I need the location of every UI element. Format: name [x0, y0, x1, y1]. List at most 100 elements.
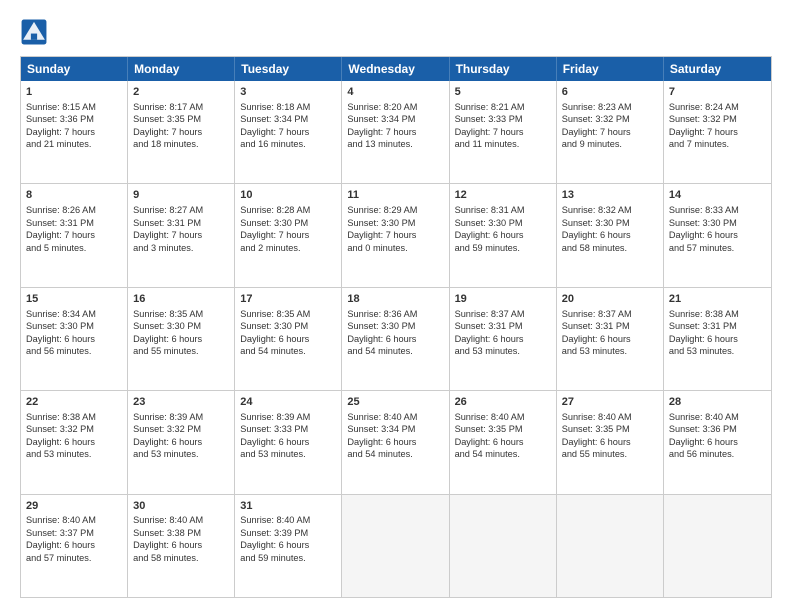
day-info-line-1: Sunset: 3:38 PM	[133, 527, 229, 539]
day-info-line-3: and 18 minutes.	[133, 138, 229, 150]
empty-cell	[342, 495, 449, 597]
day-info-line-0: Sunrise: 8:38 AM	[669, 308, 766, 320]
day-info-line-0: Sunrise: 8:15 AM	[26, 101, 122, 113]
calendar-row-4: 22Sunrise: 8:38 AMSunset: 3:32 PMDayligh…	[21, 390, 771, 493]
day-cell-21: 21Sunrise: 8:38 AMSunset: 3:31 PMDayligh…	[664, 288, 771, 390]
day-info-line-3: and 53 minutes.	[669, 345, 766, 357]
day-info-line-3: and 59 minutes.	[240, 552, 336, 564]
day-info-line-3: and 5 minutes.	[26, 242, 122, 254]
day-number: 29	[26, 499, 122, 514]
day-cell-2: 2Sunrise: 8:17 AMSunset: 3:35 PMDaylight…	[128, 81, 235, 183]
day-info-line-1: Sunset: 3:33 PM	[240, 423, 336, 435]
day-info-line-0: Sunrise: 8:40 AM	[26, 514, 122, 526]
day-info-line-1: Sunset: 3:35 PM	[133, 113, 229, 125]
day-number: 20	[562, 292, 658, 307]
day-info-line-1: Sunset: 3:39 PM	[240, 527, 336, 539]
day-cell-16: 16Sunrise: 8:35 AMSunset: 3:30 PMDayligh…	[128, 288, 235, 390]
day-info-line-2: Daylight: 6 hours	[455, 333, 551, 345]
day-info-line-1: Sunset: 3:31 PM	[26, 217, 122, 229]
day-cell-27: 27Sunrise: 8:40 AMSunset: 3:35 PMDayligh…	[557, 391, 664, 493]
day-number: 7	[669, 85, 766, 100]
day-info-line-0: Sunrise: 8:24 AM	[669, 101, 766, 113]
day-cell-3: 3Sunrise: 8:18 AMSunset: 3:34 PMDaylight…	[235, 81, 342, 183]
day-number: 21	[669, 292, 766, 307]
day-info-line-3: and 53 minutes.	[562, 345, 658, 357]
day-info-line-3: and 53 minutes.	[240, 448, 336, 460]
day-info-line-1: Sunset: 3:30 PM	[347, 320, 443, 332]
day-info-line-3: and 3 minutes.	[133, 242, 229, 254]
day-info-line-2: Daylight: 6 hours	[347, 333, 443, 345]
day-info-line-1: Sunset: 3:32 PM	[669, 113, 766, 125]
day-info-line-0: Sunrise: 8:40 AM	[240, 514, 336, 526]
day-info-line-0: Sunrise: 8:27 AM	[133, 204, 229, 216]
day-cell-9: 9Sunrise: 8:27 AMSunset: 3:31 PMDaylight…	[128, 184, 235, 286]
day-info-line-3: and 11 minutes.	[455, 138, 551, 150]
day-info-line-1: Sunset: 3:31 PM	[562, 320, 658, 332]
day-number: 8	[26, 188, 122, 203]
day-info-line-2: Daylight: 6 hours	[240, 333, 336, 345]
day-cell-17: 17Sunrise: 8:35 AMSunset: 3:30 PMDayligh…	[235, 288, 342, 390]
day-info-line-3: and 53 minutes.	[26, 448, 122, 460]
day-cell-13: 13Sunrise: 8:32 AMSunset: 3:30 PMDayligh…	[557, 184, 664, 286]
day-info-line-2: Daylight: 6 hours	[455, 436, 551, 448]
day-info-line-1: Sunset: 3:36 PM	[26, 113, 122, 125]
day-info-line-2: Daylight: 6 hours	[26, 539, 122, 551]
day-number: 4	[347, 85, 443, 100]
day-info-line-1: Sunset: 3:36 PM	[669, 423, 766, 435]
day-info-line-2: Daylight: 7 hours	[669, 126, 766, 138]
day-info-line-1: Sunset: 3:32 PM	[562, 113, 658, 125]
day-info-line-3: and 54 minutes.	[240, 345, 336, 357]
day-number: 12	[455, 188, 551, 203]
day-cell-29: 29Sunrise: 8:40 AMSunset: 3:37 PMDayligh…	[21, 495, 128, 597]
day-info-line-2: Daylight: 6 hours	[240, 436, 336, 448]
day-info-line-2: Daylight: 7 hours	[562, 126, 658, 138]
calendar-row-1: 1Sunrise: 8:15 AMSunset: 3:36 PMDaylight…	[21, 81, 771, 183]
calendar-header: SundayMondayTuesdayWednesdayThursdayFrid…	[21, 57, 771, 81]
calendar-row-3: 15Sunrise: 8:34 AMSunset: 3:30 PMDayligh…	[21, 287, 771, 390]
header-day-monday: Monday	[128, 57, 235, 81]
day-info-line-3: and 54 minutes.	[347, 448, 443, 460]
day-number: 10	[240, 188, 336, 203]
day-info-line-3: and 21 minutes.	[26, 138, 122, 150]
day-info-line-1: Sunset: 3:30 PM	[669, 217, 766, 229]
day-info-line-0: Sunrise: 8:40 AM	[455, 411, 551, 423]
day-info-line-2: Daylight: 7 hours	[133, 126, 229, 138]
day-info-line-3: and 57 minutes.	[669, 242, 766, 254]
day-info-line-1: Sunset: 3:34 PM	[240, 113, 336, 125]
day-info-line-1: Sunset: 3:31 PM	[133, 217, 229, 229]
day-number: 16	[133, 292, 229, 307]
day-info-line-0: Sunrise: 8:38 AM	[26, 411, 122, 423]
day-info-line-3: and 53 minutes.	[133, 448, 229, 460]
day-info-line-0: Sunrise: 8:20 AM	[347, 101, 443, 113]
day-info-line-1: Sunset: 3:33 PM	[455, 113, 551, 125]
day-info-line-1: Sunset: 3:34 PM	[347, 113, 443, 125]
day-info-line-3: and 54 minutes.	[347, 345, 443, 357]
day-cell-6: 6Sunrise: 8:23 AMSunset: 3:32 PMDaylight…	[557, 81, 664, 183]
day-info-line-0: Sunrise: 8:39 AM	[133, 411, 229, 423]
day-info-line-0: Sunrise: 8:17 AM	[133, 101, 229, 113]
day-number: 15	[26, 292, 122, 307]
day-cell-20: 20Sunrise: 8:37 AMSunset: 3:31 PMDayligh…	[557, 288, 664, 390]
day-info-line-2: Daylight: 6 hours	[240, 539, 336, 551]
day-number: 30	[133, 499, 229, 514]
day-number: 27	[562, 395, 658, 410]
day-number: 19	[455, 292, 551, 307]
day-info-line-0: Sunrise: 8:35 AM	[133, 308, 229, 320]
day-info-line-2: Daylight: 6 hours	[669, 333, 766, 345]
day-info-line-3: and 55 minutes.	[562, 448, 658, 460]
day-number: 14	[669, 188, 766, 203]
day-info-line-1: Sunset: 3:32 PM	[26, 423, 122, 435]
day-info-line-1: Sunset: 3:30 PM	[133, 320, 229, 332]
day-info-line-3: and 58 minutes.	[133, 552, 229, 564]
day-info-line-0: Sunrise: 8:40 AM	[562, 411, 658, 423]
day-info-line-1: Sunset: 3:30 PM	[347, 217, 443, 229]
day-info-line-0: Sunrise: 8:21 AM	[455, 101, 551, 113]
day-info-line-2: Daylight: 6 hours	[562, 229, 658, 241]
day-info-line-2: Daylight: 6 hours	[562, 333, 658, 345]
day-cell-25: 25Sunrise: 8:40 AMSunset: 3:34 PMDayligh…	[342, 391, 449, 493]
calendar-body: 1Sunrise: 8:15 AMSunset: 3:36 PMDaylight…	[21, 81, 771, 597]
page: SundayMondayTuesdayWednesdayThursdayFrid…	[0, 0, 792, 612]
day-info-line-0: Sunrise: 8:37 AM	[455, 308, 551, 320]
day-info-line-0: Sunrise: 8:37 AM	[562, 308, 658, 320]
day-info-line-0: Sunrise: 8:36 AM	[347, 308, 443, 320]
